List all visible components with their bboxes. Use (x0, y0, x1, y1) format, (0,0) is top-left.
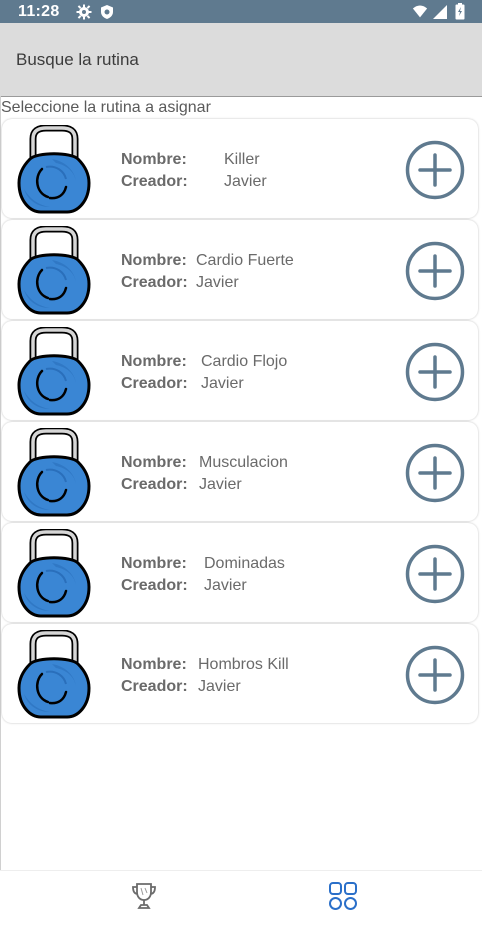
routine-values: Musculacion Javier (199, 452, 288, 496)
plus-circle-icon (405, 443, 465, 507)
creator-label: Creador: (121, 375, 188, 392)
routine-labels: Nombre: Creador: (121, 654, 188, 698)
add-routine-button[interactable] (405, 241, 465, 301)
plus-circle-icon (405, 544, 465, 608)
add-routine-button[interactable] (405, 342, 465, 402)
shield-icon (99, 4, 115, 20)
list-item[interactable]: Nombre: Creador: Killer Javier (0, 119, 482, 220)
routine-card[interactable]: Nombre: Creador: Dominadas Javier (2, 523, 478, 622)
list-item[interactable]: Nombre: Creador: Musculacion Javier (0, 422, 482, 523)
name-label: Nombre: (121, 151, 187, 168)
wifi-icon (412, 4, 428, 20)
routine-card[interactable]: Nombre: Creador: Cardio Fuerte Javier (2, 220, 478, 319)
routine-list: Nombre: Creador: Killer Javier Nombre: C… (0, 119, 482, 725)
add-routine-button[interactable] (405, 443, 465, 503)
routine-creator: Javier (199, 476, 242, 493)
routine-creator: Javier (201, 375, 244, 392)
list-item[interactable]: Nombre: Creador: Hombros Kill Javier (0, 624, 482, 725)
routine-creator: Javier (198, 678, 241, 695)
kettlebell-icon (16, 427, 92, 518)
nav-grid[interactable] (326, 881, 360, 915)
name-label: Nombre: (121, 454, 187, 471)
search-bar[interactable]: Busque la rutina (0, 23, 482, 97)
routine-name: Cardio Fuerte (196, 252, 294, 269)
kettlebell-icon (16, 629, 92, 720)
routine-name: Musculacion (199, 454, 288, 471)
routine-name: Killer (224, 151, 260, 168)
search-input[interactable]: Busque la rutina (0, 50, 139, 70)
creator-label: Creador: (121, 476, 188, 493)
routine-name: Cardio Flojo (201, 353, 288, 370)
gear-icon (76, 4, 92, 20)
status-bar: 11:28 (0, 0, 482, 23)
routine-values: Killer Javier (224, 149, 267, 193)
routine-values: Dominadas Javier (204, 553, 285, 597)
routine-labels: Nombre: Creador: (121, 149, 188, 193)
screen: 11:28 Busque la rutina Seleccione la rut… (0, 0, 482, 926)
routine-creator: Javier (224, 173, 267, 190)
name-label: Nombre: (121, 353, 187, 370)
add-routine-button[interactable] (405, 645, 465, 705)
plus-circle-icon (405, 241, 465, 305)
routine-creator: Javier (196, 274, 239, 291)
kettlebell-icon (16, 124, 92, 215)
plus-circle-icon (405, 645, 465, 709)
list-item[interactable]: Nombre: Creador: Dominadas Javier (0, 523, 482, 624)
creator-label: Creador: (121, 173, 188, 190)
list-item[interactable]: Nombre: Creador: Cardio Flojo Javier (0, 321, 482, 422)
signal-icon (432, 4, 448, 20)
creator-label: Creador: (121, 678, 188, 695)
routine-labels: Nombre: Creador: (121, 452, 188, 496)
routine-card[interactable]: Nombre: Creador: Musculacion Javier (2, 422, 478, 521)
routine-values: Cardio Flojo Javier (201, 351, 287, 395)
add-routine-button[interactable] (405, 140, 465, 200)
kettlebell-icon (16, 326, 92, 417)
status-time: 11:28 (18, 2, 60, 20)
creator-label: Creador: (121, 577, 188, 594)
routine-values: Cardio Fuerte Javier (196, 250, 294, 294)
routine-labels: Nombre: Creador: (121, 351, 188, 395)
routine-name: Dominadas (204, 555, 285, 572)
routine-creator: Javier (204, 577, 247, 594)
routine-labels: Nombre: Creador: (121, 250, 188, 294)
name-label: Nombre: (121, 656, 187, 673)
trophy-icon (128, 880, 160, 917)
name-label: Nombre: (121, 252, 187, 269)
list-subtitle: Seleccione la rutina a asignar (1, 99, 211, 116)
routine-values: Hombros Kill Javier (198, 654, 289, 698)
routine-labels: Nombre: Creador: (121, 553, 188, 597)
routine-card[interactable]: Nombre: Creador: Killer Javier (2, 119, 478, 218)
kettlebell-icon (16, 528, 92, 619)
name-label: Nombre: (121, 555, 187, 572)
routine-name: Hombros Kill (198, 656, 289, 673)
grid-icon (327, 880, 359, 917)
add-routine-button[interactable] (405, 544, 465, 604)
creator-label: Creador: (121, 274, 188, 291)
routine-card[interactable]: Nombre: Creador: Hombros Kill Javier (2, 624, 478, 723)
routine-card[interactable]: Nombre: Creador: Cardio Flojo Javier (2, 321, 478, 420)
kettlebell-icon (16, 225, 92, 316)
battery-icon (452, 3, 468, 20)
bottom-nav (0, 870, 482, 926)
plus-circle-icon (405, 342, 465, 406)
nav-trophy[interactable] (127, 881, 161, 915)
plus-circle-icon (405, 140, 465, 204)
list-item[interactable]: Nombre: Creador: Cardio Fuerte Javier (0, 220, 482, 321)
